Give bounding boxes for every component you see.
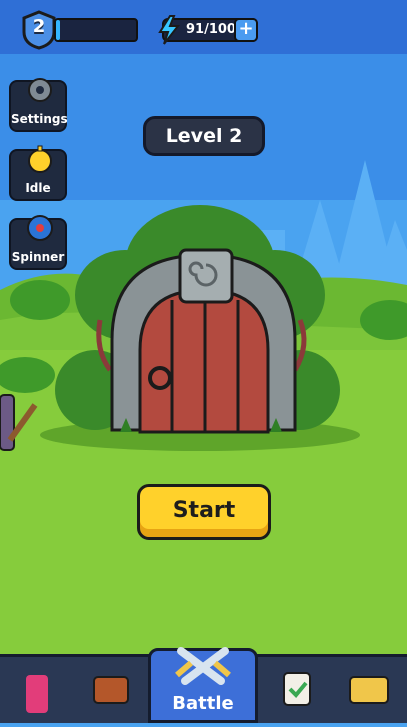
shop-icon (26, 675, 48, 713)
nav-quests[interactable] (272, 657, 324, 723)
energy-bolt-icon (158, 15, 181, 45)
settings-button[interactable]: Settings (9, 78, 68, 132)
treasure-chest-icon (349, 676, 389, 704)
gear-icon (28, 78, 52, 102)
spinner-wheel-icon (27, 215, 53, 241)
xp-progress-bar (54, 18, 138, 42)
stage-level-label: Level 2 (143, 116, 265, 156)
energy-value: 91/100 (186, 22, 236, 37)
add-energy-button[interactable]: + (234, 18, 258, 42)
spinner-label: Spinner (11, 250, 65, 264)
nav-chest[interactable] (82, 657, 142, 723)
battle-swords-icon (175, 647, 231, 685)
idle-button[interactable]: Idle (9, 145, 67, 201)
player-level-badge[interactable]: 2 (20, 10, 58, 50)
xp-progress-fill (56, 20, 60, 40)
energy-counter: 91/100 + (158, 15, 258, 45)
chest-icon (93, 676, 129, 704)
stone-arch (110, 248, 297, 434)
start-button[interactable]: Start (137, 484, 271, 540)
idle-label: Idle (25, 181, 51, 195)
nav-battle[interactable]: Battle (148, 647, 258, 723)
quests-clipboard-icon (283, 672, 311, 706)
player-level-value: 2 (32, 16, 46, 37)
stopwatch-icon (28, 145, 52, 173)
spinner-button[interactable]: Spinner (9, 215, 67, 270)
settings-label: Settings (11, 112, 68, 126)
nav-treasure[interactable] (338, 657, 398, 723)
nav-shop[interactable] (8, 657, 78, 723)
battle-label: Battle (172, 693, 234, 714)
